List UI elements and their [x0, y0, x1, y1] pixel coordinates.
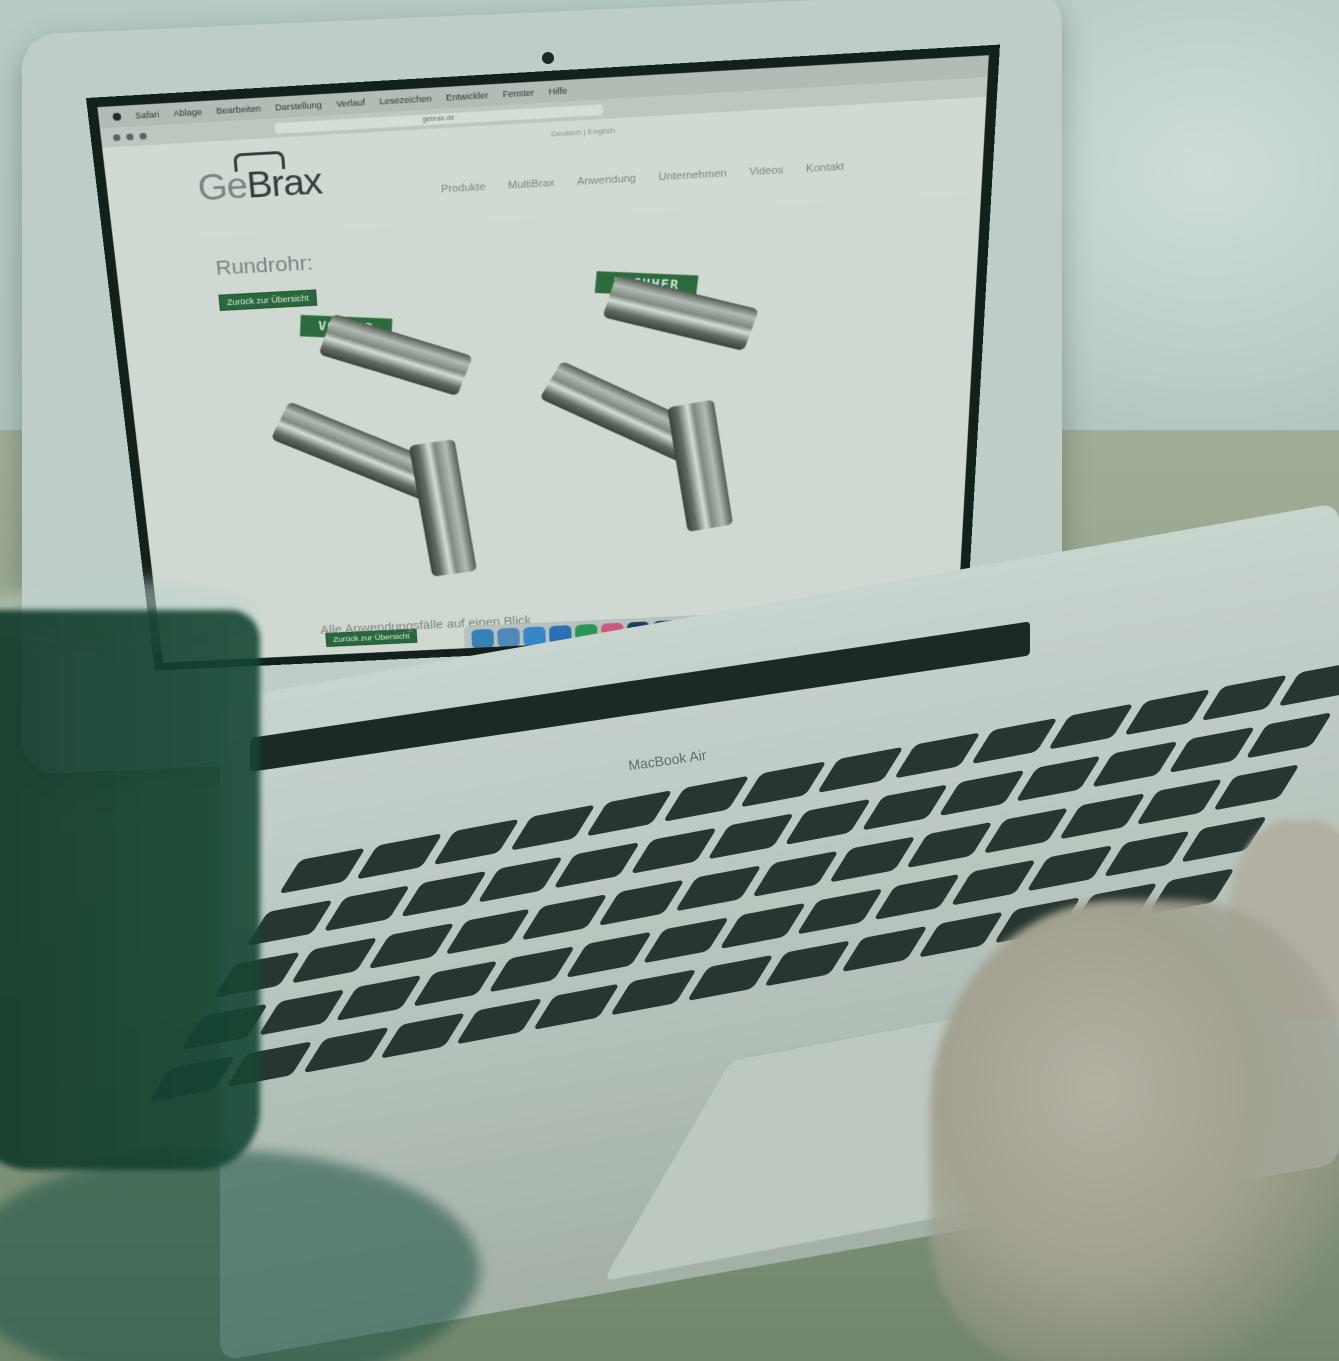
key[interactable]	[861, 784, 948, 831]
key[interactable]	[873, 873, 960, 921]
key[interactable]	[1026, 845, 1114, 892]
menu-item[interactable]: Bearbeiten	[216, 104, 261, 116]
key[interactable]	[707, 813, 795, 860]
key[interactable]	[840, 925, 928, 973]
nav-item-kontakt[interactable]: Kontakt	[806, 161, 845, 175]
menu-item[interactable]: Ablage	[173, 107, 203, 118]
menu-item[interactable]: Verlauf	[336, 97, 365, 108]
key[interactable]	[323, 885, 410, 932]
close-window-icon[interactable]	[112, 133, 121, 141]
menu-item[interactable]: Safari	[135, 109, 160, 120]
key[interactable]	[686, 954, 774, 1002]
drinking-glass	[0, 610, 260, 1170]
zoom-window-icon[interactable]	[139, 132, 147, 140]
key[interactable]	[258, 989, 345, 1036]
key[interactable]	[1014, 755, 1102, 802]
key[interactable]	[1091, 741, 1179, 788]
key[interactable]	[796, 888, 884, 935]
menu-item[interactable]: Darstellung	[275, 100, 322, 112]
menu-item[interactable]: Entwickler	[446, 90, 489, 102]
after-pipe-image-vertical	[667, 399, 734, 533]
menu-item[interactable]: Lesezeichen	[379, 94, 432, 107]
key[interactable]	[533, 983, 620, 1030]
key[interactable]	[630, 827, 718, 874]
key[interactable]	[290, 937, 378, 984]
key[interactable]	[488, 946, 576, 993]
key[interactable]	[367, 922, 455, 970]
key[interactable]	[456, 998, 544, 1045]
logo-text-ge: Ge	[195, 166, 249, 209]
logo-text-brax: Brax	[245, 162, 324, 207]
language-switch[interactable]: Deutsch | English	[551, 126, 615, 138]
key[interactable]	[598, 879, 685, 926]
key[interactable]	[521, 894, 609, 941]
key[interactable]	[828, 836, 916, 883]
key[interactable]	[763, 940, 851, 987]
nav-item-anwendung[interactable]: Anwendung	[577, 173, 636, 188]
webcam	[542, 52, 554, 64]
key[interactable]	[751, 850, 839, 898]
key[interactable]	[1103, 830, 1191, 877]
key[interactable]	[784, 798, 872, 846]
apple-icon[interactable]	[112, 112, 122, 121]
key[interactable]	[399, 870, 487, 918]
mail-icon[interactable]	[497, 627, 521, 648]
minimize-window-icon[interactable]	[125, 132, 134, 141]
laptop-screen: Safari Ablage Bearbeiten Darstellung Ver…	[86, 44, 1000, 671]
finder-icon[interactable]	[471, 628, 495, 649]
key[interactable]	[302, 1026, 390, 1074]
key[interactable]	[411, 960, 499, 1007]
key[interactable]	[476, 856, 564, 903]
nav-item-videos[interactable]: Videos	[749, 165, 783, 178]
key[interactable]	[335, 974, 422, 1022]
before-pipe-image-vertical	[408, 439, 477, 577]
key[interactable]	[905, 821, 993, 869]
key[interactable]	[379, 1012, 467, 1059]
menu-item[interactable]: Fenster	[502, 88, 534, 100]
key[interactable]	[674, 865, 762, 912]
menu-item[interactable]: Hilfe	[548, 86, 567, 97]
before-pipe-image-top	[318, 313, 473, 397]
nav-item-unternehmen[interactable]: Unternehmen	[658, 168, 726, 183]
nav-item-multibrax[interactable]: MultiBrax	[508, 178, 555, 192]
key[interactable]	[982, 807, 1070, 854]
key[interactable]	[719, 902, 807, 950]
key[interactable]	[949, 859, 1037, 906]
key[interactable]	[1168, 726, 1256, 773]
key[interactable]	[553, 842, 641, 889]
photo-scene: Safari Ablage Bearbeiten Darstellung Ver…	[0, 0, 1339, 1361]
nav-item-produkte[interactable]: Produkte	[441, 181, 486, 195]
key[interactable]	[565, 931, 653, 978]
key[interactable]	[609, 969, 697, 1016]
key[interactable]	[938, 769, 1025, 817]
site-logo[interactable]: GeBrax	[196, 162, 323, 210]
key[interactable]	[444, 908, 532, 955]
main-nav: Produkte MultiBrax Anwendung Unternehmen…	[441, 161, 845, 195]
page-title: Rundrohr:	[214, 251, 314, 280]
key[interactable]	[642, 917, 730, 964]
key[interactable]	[917, 911, 1005, 958]
key[interactable]	[1059, 793, 1147, 840]
key[interactable]	[1136, 778, 1223, 825]
back-to-overview-button[interactable]: Zurück zur Übersicht	[218, 289, 318, 311]
typing-hand	[930, 900, 1339, 1361]
